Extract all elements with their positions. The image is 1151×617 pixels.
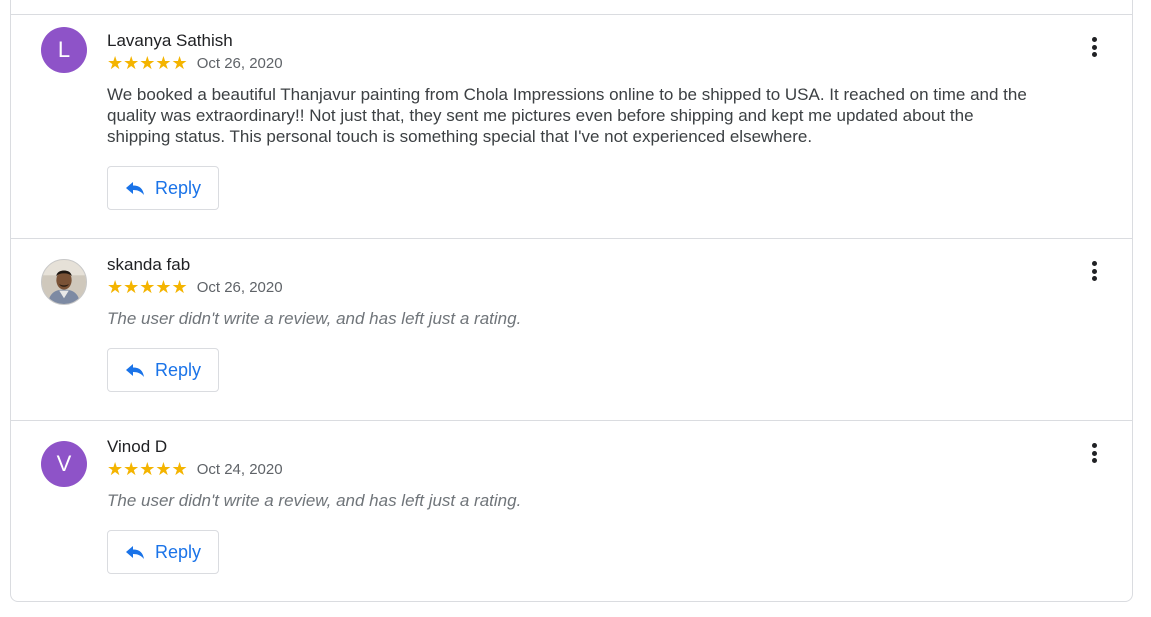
more-options-icon[interactable] bbox=[1084, 439, 1104, 467]
review-item: V Vinod D ★★★★★ Oct 24, 2020 The user di… bbox=[11, 420, 1132, 603]
review-text: The user didn't write a review, and has … bbox=[107, 309, 522, 328]
star-rating-icon: ★★★★★ bbox=[107, 459, 188, 479]
reply-label: Reply bbox=[154, 541, 202, 562]
star-rating-icon: ★★★★★ bbox=[107, 277, 188, 297]
rating-row: ★★★★★ Oct 26, 2020 bbox=[107, 54, 283, 72]
review-text: We booked a beautiful Thanjavur painting… bbox=[107, 85, 1027, 146]
avatar: L bbox=[41, 27, 87, 73]
more-options-icon[interactable] bbox=[1084, 33, 1104, 61]
reviewer-name: skanda fab bbox=[107, 255, 191, 274]
reply-button[interactable]: Reply bbox=[107, 166, 219, 210]
review-date: Oct 24, 2020 bbox=[196, 460, 283, 478]
reply-icon bbox=[125, 182, 144, 195]
reply-icon bbox=[125, 546, 144, 559]
star-rating-icon: ★★★★★ bbox=[107, 53, 188, 73]
reviews-card: L Lavanya Sathish ★★★★★ Oct 26, 2020 We … bbox=[10, 0, 1133, 602]
reply-button[interactable]: Reply bbox=[107, 530, 219, 574]
review-text: The user didn't write a review, and has … bbox=[107, 491, 522, 510]
avatar bbox=[41, 259, 87, 305]
review-date: Oct 26, 2020 bbox=[196, 278, 283, 296]
rating-row: ★★★★★ Oct 26, 2020 bbox=[107, 278, 283, 296]
reply-label: Reply bbox=[154, 359, 202, 380]
more-options-icon[interactable] bbox=[1084, 257, 1104, 285]
rating-row: ★★★★★ Oct 24, 2020 bbox=[107, 460, 283, 478]
reviewer-name: Vinod D bbox=[107, 437, 168, 456]
avatar: V bbox=[41, 441, 87, 487]
profile-photo-icon bbox=[42, 260, 86, 304]
review-item: skanda fab ★★★★★ Oct 26, 2020 The user d… bbox=[11, 238, 1132, 421]
reviewer-name: Lavanya Sathish bbox=[107, 31, 233, 50]
review-date: Oct 26, 2020 bbox=[196, 54, 283, 72]
reply-label: Reply bbox=[154, 177, 202, 198]
reply-button[interactable]: Reply bbox=[107, 348, 219, 392]
review-item: L Lavanya Sathish ★★★★★ Oct 26, 2020 We … bbox=[11, 14, 1132, 239]
reply-icon bbox=[125, 364, 144, 377]
